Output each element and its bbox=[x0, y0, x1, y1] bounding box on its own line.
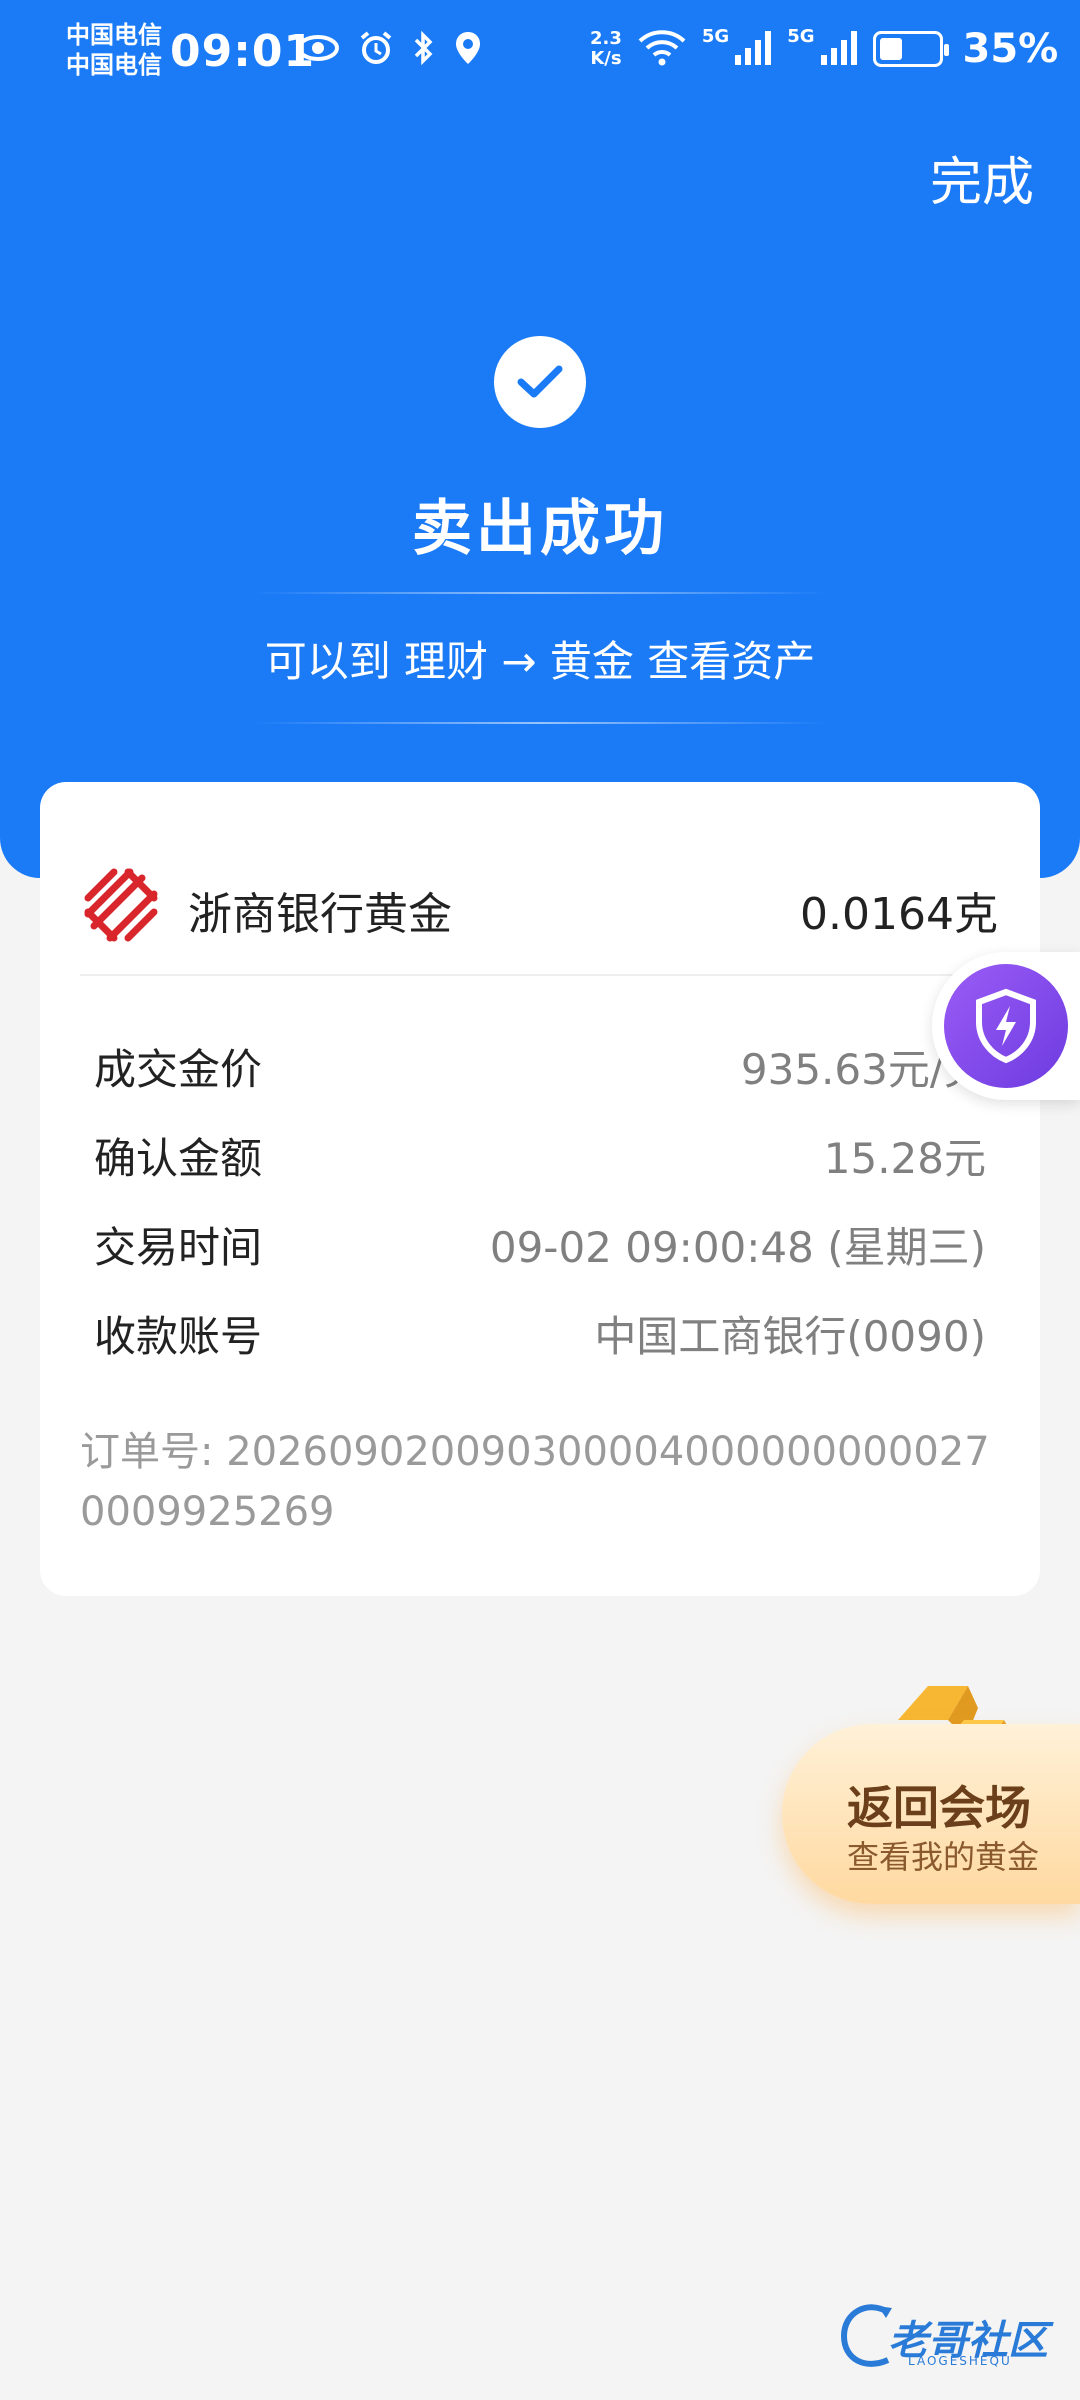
bluetooth-icon bbox=[412, 30, 436, 70]
page-title: 卖出成功 bbox=[412, 494, 668, 564]
card-divider bbox=[80, 974, 1000, 976]
detail-row: 成交金价 935.63元/克 bbox=[94, 1036, 986, 1096]
location-icon bbox=[454, 30, 482, 70]
signal-label-1: 5G bbox=[701, 26, 730, 47]
bank-logo-icon bbox=[80, 864, 162, 946]
venue-subtitle: 查看我的黄金 bbox=[847, 1838, 1040, 1876]
wifi-icon bbox=[636, 27, 688, 71]
done-button[interactable]: 完成 bbox=[930, 140, 1034, 215]
status-icons-right: 2.3 K/s 5G 5G 35% bbox=[590, 26, 1058, 72]
net-speed-unit: K/s bbox=[590, 48, 622, 69]
bank-row: 浙商银行黄金 0.0164克 bbox=[40, 782, 1040, 974]
signal-icon bbox=[819, 27, 859, 71]
divider-top bbox=[255, 592, 825, 594]
eye-icon bbox=[296, 33, 340, 67]
divider-bottom bbox=[255, 722, 825, 724]
net-speed-value: 2.3 bbox=[590, 28, 622, 49]
detail-label: 收款账号 bbox=[94, 1312, 263, 1361]
detail-label: 交易时间 bbox=[94, 1223, 263, 1272]
signal-label-2: 5G bbox=[787, 26, 815, 47]
detail-value: 中国工商银行(0090) bbox=[594, 1312, 986, 1361]
venue-title: 返回会场 bbox=[847, 1781, 1031, 1835]
status-bar: 中国电信 中国电信 09:01 2.3 K/s 5G 5G 35% bbox=[0, 0, 1080, 105]
return-venue-button[interactable]: 返回会场 查看我的黄金 bbox=[782, 1724, 1080, 1904]
alarm-icon bbox=[358, 30, 394, 70]
gold-amount: 0.0164克 bbox=[800, 889, 998, 940]
detail-row: 交易时间 09-02 09:00:48 (星期三) bbox=[94, 1214, 986, 1274]
battery-percent: 35% bbox=[962, 26, 1059, 72]
asset-hint-text: 可以到 理财 → 黄金 查看资产 bbox=[264, 637, 816, 686]
carrier-info: 中国电信 中国电信 bbox=[66, 20, 162, 80]
detail-value: 15.28元 bbox=[823, 1134, 986, 1183]
security-float-button[interactable] bbox=[932, 952, 1080, 1100]
status-time: 09:01 bbox=[170, 26, 316, 77]
sell-success-page: 中国电信 中国电信 09:01 2.3 K/s 5G 5G 35% 完成 卖出成… bbox=[0, 0, 1080, 2400]
detail-row: 收款账号 中国工商银行(0090) bbox=[94, 1303, 986, 1363]
watermark-logo: 老哥社区 LAOGESHEQU bbox=[838, 2300, 1068, 2380]
battery-icon bbox=[872, 31, 949, 67]
signal-icon bbox=[733, 27, 773, 71]
detail-label: 确认金额 bbox=[94, 1134, 263, 1183]
carrier-1: 中国电信 bbox=[66, 21, 162, 49]
detail-label: 成交金价 bbox=[94, 1045, 263, 1094]
detail-value: 09-02 09:00:48 (星期三) bbox=[489, 1223, 986, 1272]
order-number: 订单号: 20260902009030000400000000002700​09… bbox=[80, 1429, 990, 1535]
net-speed: 2.3 K/s bbox=[590, 29, 622, 69]
header-background bbox=[0, 0, 1080, 878]
status-icons-left bbox=[296, 30, 482, 70]
success-check-icon bbox=[494, 336, 586, 428]
shield-icon bbox=[944, 964, 1068, 1088]
carrier-2: 中国电信 bbox=[66, 51, 162, 79]
detail-row: 确认金额 15.28元 bbox=[94, 1125, 986, 1185]
watermark-sub: LAOGESHEQU bbox=[908, 2354, 1012, 2368]
bank-name: 浙商银行黄金 bbox=[188, 889, 452, 940]
transaction-card: 浙商银行黄金 0.0164克 成交金价 935.63元/克 确认金额 15.28… bbox=[40, 782, 1040, 1596]
